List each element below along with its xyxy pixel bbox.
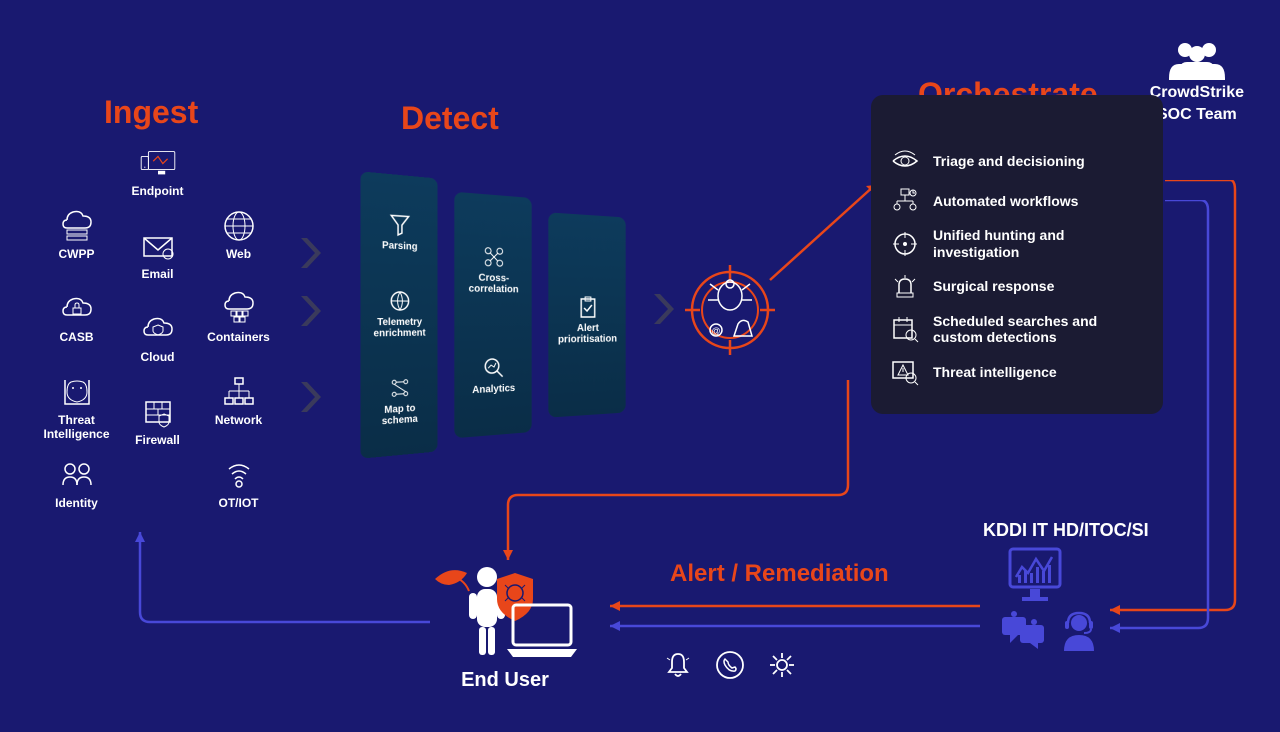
ingest-casb: CASB	[40, 291, 113, 364]
ingest-otiot: OT/IOT	[202, 457, 275, 510]
eye-icon	[891, 147, 919, 175]
ingest-email: Email	[121, 228, 194, 281]
team-icon	[1167, 40, 1227, 80]
soc-label-1: CrowdStrike	[1150, 84, 1244, 102]
chevron-right-icon	[293, 292, 331, 330]
chevron-right-icon	[293, 234, 331, 272]
globe-icon	[221, 208, 257, 244]
phone-icon	[715, 650, 745, 680]
nodes-icon	[482, 244, 505, 269]
bug-target-icon: @	[680, 260, 780, 360]
ingest-identity: Identity	[40, 457, 113, 510]
gear-icon	[767, 650, 797, 680]
alert-remediation-label: Alert / Remediation	[670, 560, 889, 588]
endpoint-icon	[140, 145, 176, 181]
kddi-icons	[1000, 545, 1100, 653]
detect-section: Parsing Telemetry enrichment Map to sche…	[360, 175, 628, 455]
ingest-endpoint: Endpoint	[103, 145, 213, 198]
ingest-threatintel: Threat Intelligence	[40, 374, 113, 447]
bell-icon	[663, 650, 693, 680]
ingest-firewall: Firewall	[121, 394, 194, 447]
chat-icon	[1000, 611, 1048, 651]
cloud-lock-icon	[59, 291, 95, 327]
soc-team-badge: CrowdStrike SOC Team	[1150, 40, 1244, 124]
ingest-containers: Containers	[202, 291, 275, 364]
cloud-shield-icon	[140, 311, 176, 347]
ingest-cloud: Cloud	[121, 311, 194, 364]
firewall-icon	[140, 394, 176, 430]
email-icon	[140, 228, 176, 264]
ingest-cwpp: CWPP	[40, 208, 113, 281]
arrow-kddi-to-enduser-orange	[600, 598, 985, 638]
crosshair-icon	[891, 230, 919, 258]
chevron-right-icon	[646, 290, 684, 328]
ingest-section: Endpoint CWPP Email Web CASB Cloud Conta…	[40, 145, 275, 510]
globe-enrich-icon	[388, 289, 411, 313]
end-user-icon	[425, 555, 585, 665]
magnify-alert-icon	[891, 358, 919, 386]
chevron-right-icon	[293, 378, 331, 416]
funnel-icon	[388, 212, 411, 237]
end-user-label: End User	[425, 669, 585, 692]
detect-panel-1: Parsing Telemetry enrichment Map to sche…	[360, 171, 437, 458]
detect-heading: Detect	[401, 100, 499, 137]
cloud-server-icon	[59, 208, 95, 244]
footer-icons	[663, 650, 797, 680]
workflow-icon	[891, 187, 919, 215]
kddi-label: KDDI IT HD/ITOC/SI	[983, 520, 1149, 541]
calendar-search-icon	[891, 315, 919, 343]
endpoint-label: Endpoint	[132, 184, 184, 198]
end-user-section: End User	[425, 555, 585, 692]
brain-icon	[59, 374, 95, 410]
orchestrate-box: Triage and decisioning Automated workflo…	[871, 95, 1163, 414]
soc-label-2: SOC Team	[1150, 106, 1244, 124]
svg-text:@: @	[711, 326, 720, 336]
detect-panel-3: Alert prioritisation	[548, 212, 625, 417]
dashboard-icon	[1000, 545, 1070, 605]
signal-icon	[221, 457, 257, 493]
map-icon	[388, 375, 411, 400]
identity-icon	[59, 457, 95, 493]
detect-panel-2: Cross-correlation Analytics	[454, 192, 531, 438]
network-icon	[221, 374, 257, 410]
ingest-network: Network	[202, 374, 275, 447]
arrow-enduser-to-ingest	[130, 522, 440, 642]
clipboard-icon	[576, 294, 599, 318]
containers-icon	[221, 291, 257, 327]
ingest-heading: Ingest	[104, 94, 198, 131]
ingest-web: Web	[202, 208, 275, 281]
siren-icon	[891, 273, 919, 301]
support-icon	[1058, 611, 1100, 653]
analytics-icon	[482, 355, 505, 380]
